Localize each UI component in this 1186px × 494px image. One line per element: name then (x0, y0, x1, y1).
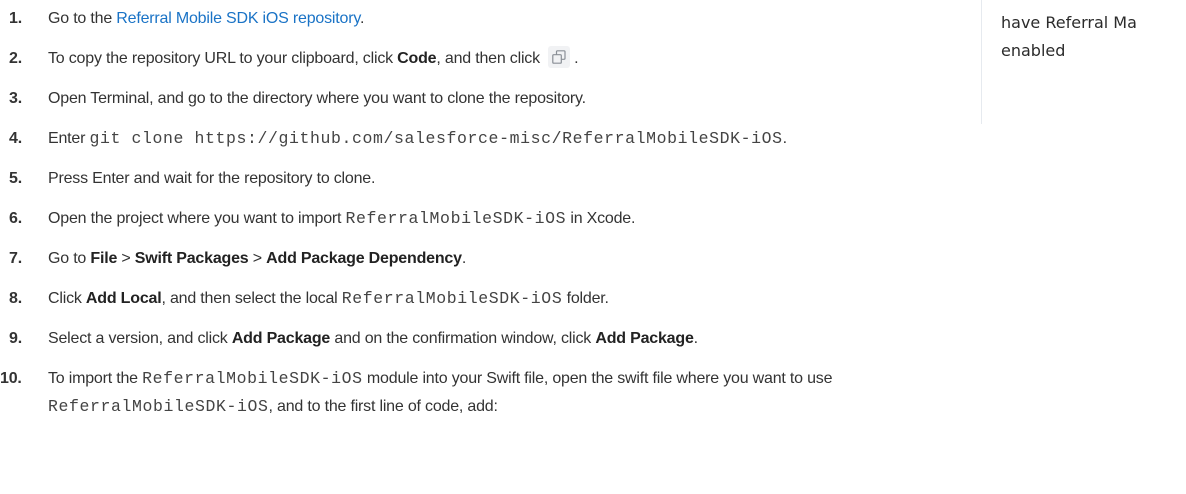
step-number: 6. (9, 210, 22, 227)
step-text-part: , and to the first line of code, add: (268, 398, 498, 415)
copy-icon[interactable] (548, 46, 571, 68)
step-text-part: . (359, 10, 365, 27)
module-name: ReferralMobileSDK-iOS (142, 369, 363, 388)
step-text-part: > (117, 250, 135, 267)
step-number: 3. (9, 90, 22, 107)
step-text-part: . (574, 50, 579, 67)
step-text-part: Select a version, and click (48, 330, 232, 347)
sidebar-note: have Referral Ma enabled (981, 0, 1186, 124)
step-text-part: . (693, 330, 698, 347)
module-name: ReferralMobileSDK-iOS (48, 397, 269, 416)
step-text-part: and on the confirmation window, click (330, 330, 596, 347)
repository-link[interactable]: Referral Mobile SDK iOS repository (116, 10, 360, 27)
step-text: Select a version, and click Add Package … (48, 325, 698, 353)
step-text: Click Add Local, and then select the loc… (48, 285, 609, 313)
step-text-part: To import the (48, 370, 143, 387)
step-text-part: , and then select the local (161, 290, 342, 307)
step-text-part: Go to the (48, 10, 117, 27)
step-text-continued: ReferralMobileSDK-iOS, and to the first … (48, 393, 498, 421)
step-number: 2. (9, 50, 22, 67)
step-number: 8. (9, 290, 22, 307)
step-text-part: folder. (562, 290, 609, 307)
step-number: 7. (9, 250, 22, 267)
step-text-part: Go to (48, 250, 91, 267)
sidebar-note-line-2: enabled (1001, 41, 1066, 60)
step-text-part: in Xcode. (566, 210, 636, 227)
step-text-part: . (461, 250, 467, 267)
step-text-part: > (248, 250, 267, 267)
step-text-part: Enter (48, 130, 90, 147)
step-10: 10. To import the ReferralMobileSDK-iOS … (0, 365, 960, 425)
module-name: ReferralMobileSDK-iOS (341, 289, 563, 308)
module-name: ReferralMobileSDK-iOS (345, 209, 567, 228)
swift-packages-label: Swift Packages (134, 250, 249, 267)
step-text: Open the project where you want to impor… (48, 205, 635, 233)
step-number: 5. (9, 170, 22, 187)
step-number: 10. (0, 370, 22, 387)
sidebar-note-line-1: have Referral Ma (1001, 13, 1137, 32)
step-text: Enter git clone https://github.com/sales… (48, 125, 787, 153)
step-text: Open Terminal, and go to the directory w… (48, 90, 586, 107)
step-text-part: module into your Swift file, open the sw… (362, 370, 833, 387)
step-text-part: Open the project where you want to impor… (48, 210, 346, 227)
step-number: 9. (9, 330, 22, 347)
code-label: Code (397, 50, 437, 67)
step-text: Press Enter and wait for the repository … (48, 170, 376, 187)
add-package-label: Add Package (231, 330, 331, 347)
step-text-part: , and then click (436, 50, 545, 67)
file-menu-label: File (90, 250, 118, 267)
step-text: To copy the repository URL to your clipb… (48, 45, 579, 73)
sidebar-note-text: have Referral Ma enabled (1001, 9, 1186, 65)
step-number: 1. (9, 10, 22, 27)
step-text-part: To copy the repository URL to your clipb… (48, 50, 398, 67)
add-package-label: Add Package (595, 330, 694, 347)
add-local-label: Add Local (85, 290, 162, 307)
step-text-part: Click (48, 290, 86, 307)
step-text: Go to File > Swift Packages > Add Packag… (48, 245, 466, 273)
step-text-part: . (782, 130, 787, 147)
step-text: To import the ReferralMobileSDK-iOS modu… (48, 365, 832, 393)
add-package-dependency-label: Add Package Dependency (266, 250, 462, 267)
step-text: Go to the Referral Mobile SDK iOS reposi… (48, 5, 364, 33)
git-clone-command: git clone https://github.com/salesforce-… (89, 129, 783, 148)
step-number: 4. (9, 130, 22, 147)
